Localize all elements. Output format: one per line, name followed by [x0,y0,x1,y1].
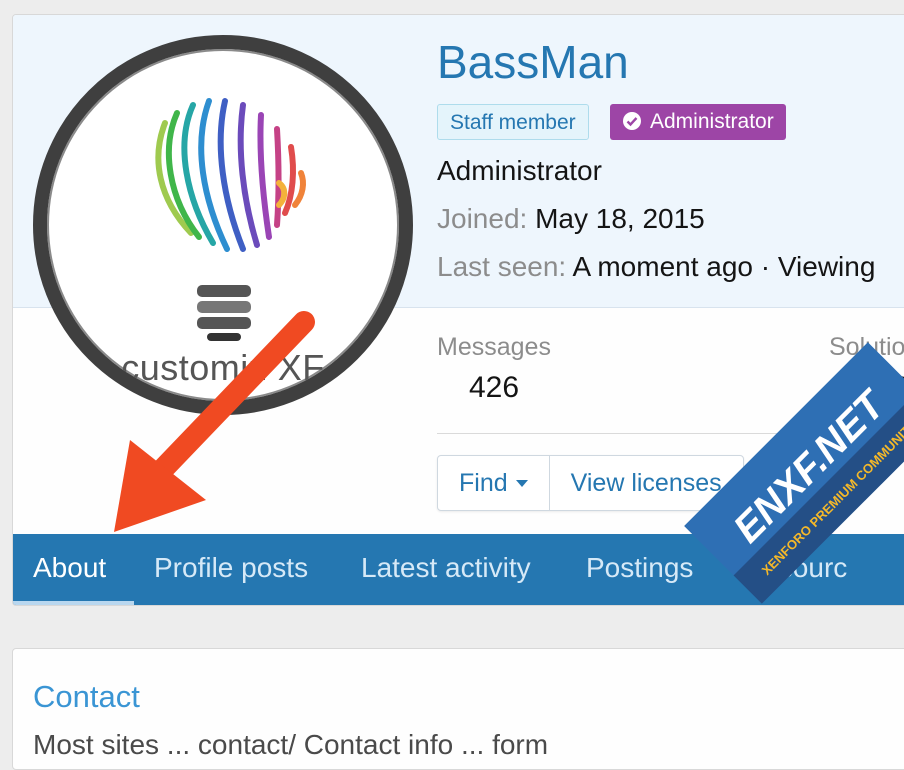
active-tab-indicator [13,601,134,605]
tab-profile-posts[interactable]: Profile posts [154,534,308,605]
check-badge-icon [623,112,641,130]
joined-date: May 18, 2015 [535,203,705,234]
profile-button-group: Find View licenses [437,455,744,511]
contact-section: Contact Most sites ... contact/ Contact … [12,648,904,770]
user-title: Administrator [437,155,602,186]
messages-label: Messages [437,333,551,361]
staff-badge: Staff member [437,104,589,140]
avatar-logo-text: customiz XF [121,347,325,388]
last-seen-value: A moment ago · Viewing [572,251,876,282]
messages-count[interactable]: 426 [469,371,519,405]
username[interactable]: BassMan [437,35,629,89]
last-seen-label: Last seen: [437,251,567,282]
avatar[interactable]: customiz XF [33,35,413,415]
administrator-badge: Administrator [610,104,786,140]
find-button-label: Find [459,469,508,497]
find-button[interactable]: Find [438,456,549,510]
tab-latest-activity[interactable]: Latest activity [361,534,531,605]
caret-down-icon [515,480,528,487]
last-seen-row: Last seen: A moment ago · Viewing [437,251,875,283]
contact-heading: Contact [33,679,140,714]
tab-postings[interactable]: Postings [586,534,693,605]
joined-label: Joined: [437,203,528,234]
joined-row: Joined: May 18, 2015 [437,203,705,235]
administrator-badge-label: Administrator [650,110,774,133]
contact-text: Most sites ... contact/ Contact info ...… [33,729,549,760]
tab-about[interactable]: About [33,534,106,605]
